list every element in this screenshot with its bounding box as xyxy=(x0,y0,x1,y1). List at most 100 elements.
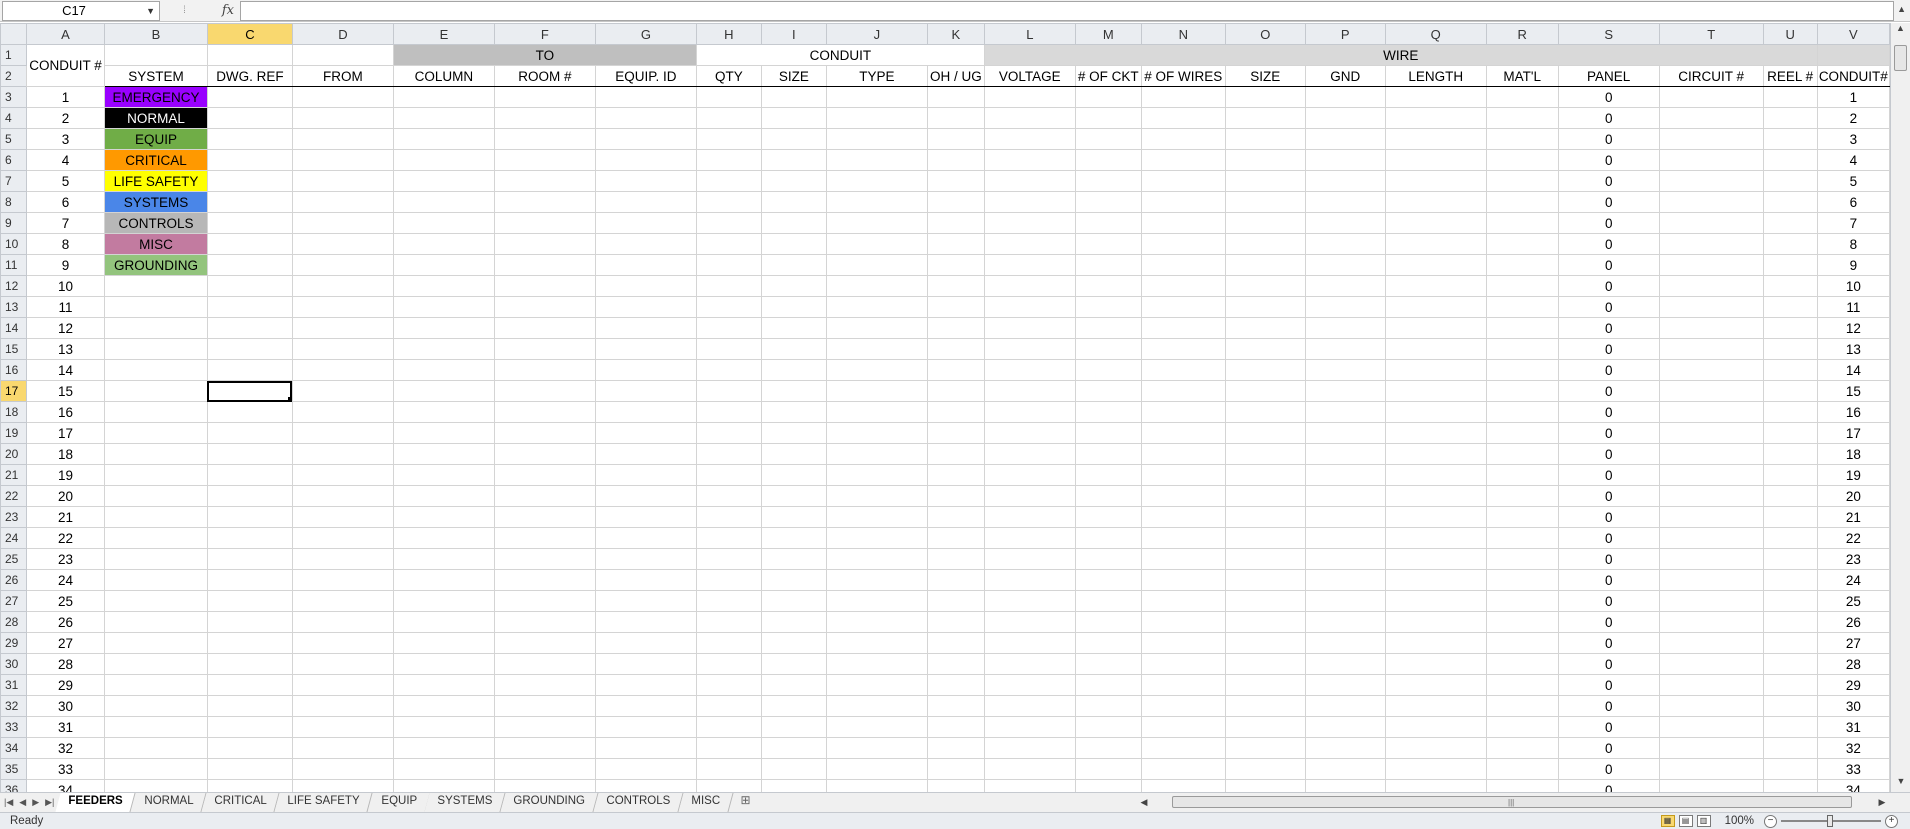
cell[interactable] xyxy=(1762,611,1818,633)
cell[interactable] xyxy=(825,191,928,213)
cell[interactable] xyxy=(983,653,1076,675)
conduit-ref-cell[interactable]: 22 xyxy=(1816,527,1890,549)
cell[interactable] xyxy=(1658,674,1764,696)
cell[interactable] xyxy=(760,149,827,171)
cell[interactable] xyxy=(926,737,985,759)
cell-b1[interactable] xyxy=(103,44,208,66)
panel-cell[interactable]: 0 xyxy=(1557,443,1660,465)
panel-cell[interactable]: 0 xyxy=(1557,716,1660,738)
cell[interactable] xyxy=(206,107,293,129)
cell[interactable] xyxy=(983,632,1076,654)
cell[interactable] xyxy=(695,716,762,738)
cell[interactable] xyxy=(1762,317,1818,339)
cell[interactable] xyxy=(983,527,1076,549)
cell[interactable] xyxy=(926,254,985,276)
cell[interactable] xyxy=(1074,233,1142,255)
cell[interactable] xyxy=(760,380,827,402)
cell[interactable] xyxy=(291,632,394,654)
cell[interactable] xyxy=(1485,254,1559,276)
row-header-4[interactable]: 4 xyxy=(0,107,27,129)
conduit-ref-cell[interactable]: 11 xyxy=(1816,296,1890,318)
conduit-number-cell[interactable]: 12 xyxy=(25,317,105,339)
conduit-number-cell[interactable]: 17 xyxy=(25,422,105,444)
cell[interactable] xyxy=(1140,506,1226,528)
cell[interactable] xyxy=(695,254,762,276)
cell[interactable] xyxy=(983,737,1076,759)
cell[interactable] xyxy=(1384,128,1487,150)
cell[interactable] xyxy=(1224,758,1306,780)
cell[interactable] xyxy=(392,422,495,444)
cell[interactable] xyxy=(926,779,985,792)
cell[interactable] xyxy=(1658,317,1764,339)
cell[interactable] xyxy=(1384,548,1487,570)
cell[interactable] xyxy=(983,422,1076,444)
column-header-t[interactable]: T xyxy=(1658,23,1764,45)
cell[interactable] xyxy=(1384,170,1487,192)
cell-c1[interactable] xyxy=(206,44,293,66)
cell[interactable] xyxy=(983,485,1076,507)
cell[interactable] xyxy=(760,548,827,570)
cell[interactable] xyxy=(1140,590,1226,612)
cell[interactable] xyxy=(594,359,697,381)
cell[interactable] xyxy=(1658,191,1764,213)
cell[interactable] xyxy=(825,170,928,192)
cell[interactable] xyxy=(1485,632,1559,654)
row-header-3[interactable]: 3 xyxy=(0,86,27,108)
cell[interactable] xyxy=(1140,485,1226,507)
cell[interactable] xyxy=(983,380,1076,402)
panel-cell[interactable]: 0 xyxy=(1557,296,1660,318)
first-sheet-icon[interactable]: |◀ xyxy=(4,797,13,808)
column-header-a[interactable]: A xyxy=(25,23,105,45)
system-swatch-equip[interactable]: EQUIP xyxy=(103,128,208,150)
cell[interactable] xyxy=(926,485,985,507)
cell[interactable] xyxy=(392,149,495,171)
cell[interactable] xyxy=(291,758,394,780)
vertical-scroll-thumb[interactable] xyxy=(1894,45,1907,71)
cell[interactable] xyxy=(1485,170,1559,192)
cell[interactable] xyxy=(206,674,293,696)
conduit-number-cell[interactable]: 15 xyxy=(25,380,105,402)
conduit-number-cell[interactable]: 3 xyxy=(25,128,105,150)
column-title--of-ckt[interactable]: # OF CKT xyxy=(1074,65,1142,87)
cell[interactable] xyxy=(926,128,985,150)
cell[interactable] xyxy=(1762,254,1818,276)
cell[interactable] xyxy=(1140,611,1226,633)
cell[interactable] xyxy=(825,695,928,717)
column-title-system[interactable]: SYSTEM xyxy=(103,65,208,87)
cell[interactable] xyxy=(594,464,697,486)
cell[interactable] xyxy=(1140,191,1226,213)
cell[interactable] xyxy=(392,275,495,297)
cell[interactable] xyxy=(983,611,1076,633)
cell[interactable] xyxy=(825,653,928,675)
cell[interactable] xyxy=(392,191,495,213)
conduit-number-cell[interactable]: 2 xyxy=(25,107,105,129)
cell[interactable] xyxy=(1658,128,1764,150)
cell[interactable] xyxy=(983,86,1076,108)
cell[interactable] xyxy=(825,506,928,528)
cell[interactable] xyxy=(1485,569,1559,591)
conduit-ref-cell[interactable]: 3 xyxy=(1816,128,1890,150)
cell[interactable] xyxy=(695,401,762,423)
cell[interactable] xyxy=(1762,149,1818,171)
cell[interactable] xyxy=(1224,695,1306,717)
cell[interactable] xyxy=(1074,422,1142,444)
cell[interactable] xyxy=(695,464,762,486)
conduit-number-cell[interactable]: 23 xyxy=(25,548,105,570)
cell[interactable] xyxy=(1074,359,1142,381)
cell[interactable] xyxy=(392,380,495,402)
conduit-number-cell[interactable]: 31 xyxy=(25,716,105,738)
cell[interactable] xyxy=(1762,569,1818,591)
panel-cell[interactable]: 0 xyxy=(1557,527,1660,549)
cell[interactable] xyxy=(206,191,293,213)
cell[interactable] xyxy=(926,464,985,486)
normal-view-icon[interactable]: ▦ xyxy=(1660,815,1675,827)
cell[interactable] xyxy=(1304,611,1386,633)
cell[interactable] xyxy=(1762,233,1818,255)
cell[interactable] xyxy=(1658,611,1764,633)
cell[interactable] xyxy=(1074,674,1142,696)
cell[interactable] xyxy=(983,758,1076,780)
cell[interactable] xyxy=(1485,233,1559,255)
cell[interactable] xyxy=(493,779,596,792)
cell[interactable] xyxy=(1485,737,1559,759)
cell[interactable] xyxy=(206,485,293,507)
